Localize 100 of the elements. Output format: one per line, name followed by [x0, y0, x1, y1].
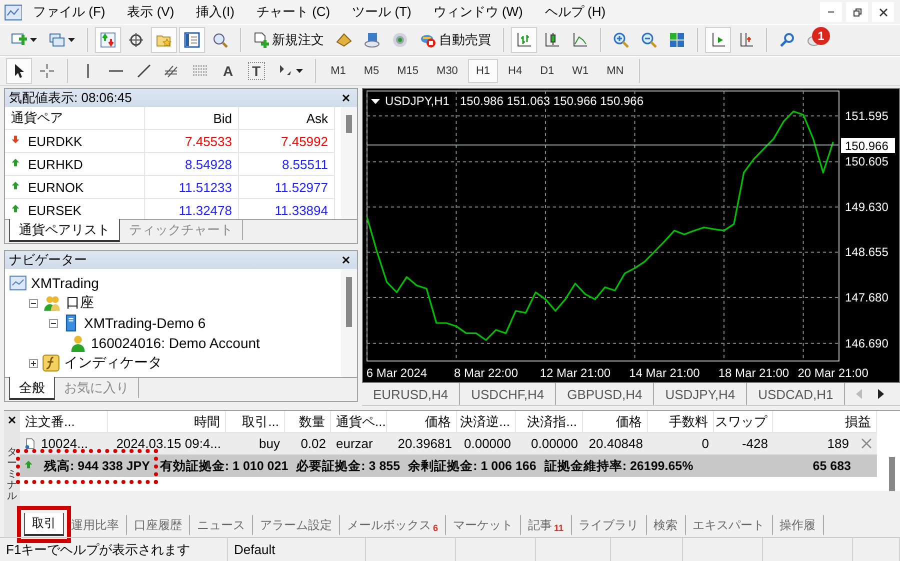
ask-cell: 7.45992 — [239, 130, 335, 153]
bar-chart-icon — [516, 32, 532, 48]
symbol-text: EURSEK — [28, 202, 82, 218]
terminal-tab[interactable]: マーケット — [446, 515, 522, 536]
bid-cell: 7.45533 — [145, 130, 239, 153]
timeframe-button[interactable]: M30 — [428, 59, 466, 83]
timeframe-button[interactable]: D1 — [532, 59, 562, 83]
ask-cell: 11.52977 — [239, 176, 335, 199]
chart-tab[interactable]: USDJPY,H4 — [654, 383, 748, 405]
caret-icon — [68, 38, 75, 42]
panel-tab[interactable]: 全般 — [9, 377, 55, 400]
chart-tab[interactable]: EURUSD,H4 — [362, 383, 460, 405]
scroll-right-icon[interactable] — [877, 389, 886, 399]
cursor-button[interactable] — [6, 58, 32, 84]
label-tool[interactable]: T — [248, 62, 265, 80]
expander-toggle[interactable] — [49, 318, 58, 328]
people-icon — [42, 294, 62, 312]
ref-line-label: 150.966 — [845, 139, 889, 153]
table-cell: buy — [226, 433, 285, 455]
caret-icon — [296, 69, 303, 73]
chart-tab[interactable]: USDCAD,H1 — [747, 383, 846, 405]
close-button[interactable] — [872, 2, 894, 22]
close-icon — [8, 416, 16, 424]
symbol-cell[interactable]: EURNOK — [5, 176, 145, 199]
axis-label: 8 Mar 22:00 — [454, 366, 518, 380]
dropdown-triangle-icon[interactable] — [371, 99, 380, 104]
menu-item[interactable]: ウィンドウ (W) — [422, 3, 534, 21]
chat-button[interactable]: 1 — [802, 27, 828, 53]
terminal-tab[interactable]: 操作履 — [772, 515, 824, 536]
terminal-tab[interactable]: ライブラリ — [572, 515, 647, 536]
close-icon[interactable] — [861, 438, 872, 449]
margin-text: 必要証拠金: 3 855 — [296, 458, 400, 474]
timeframe-button[interactable]: M1 — [322, 59, 354, 83]
terminal-tab[interactable]: 運用比率 — [64, 515, 127, 536]
signal-icon — [392, 32, 408, 48]
column-header[interactable]: 通貨ペア — [5, 107, 145, 130]
column-header[interactable]: Ask — [239, 107, 335, 130]
zoom-out-icon — [641, 32, 657, 48]
timeframe-button[interactable]: M15 — [389, 59, 427, 83]
close-icon — [342, 94, 350, 102]
menu-item[interactable]: ファイル (F) — [22, 3, 116, 21]
ask-cell: 8.55511 — [239, 153, 335, 176]
menu-item[interactable]: ツール (T) — [341, 3, 422, 21]
tree-item[interactable]: 口座 — [66, 294, 94, 312]
caret-icon — [30, 38, 37, 42]
terminal-tab[interactable]: ニュース — [190, 515, 253, 536]
terminal-tab[interactable]: 口座履歴 — [127, 515, 190, 536]
symbol-cell[interactable]: EURDKK — [5, 130, 145, 153]
chart-tab[interactable]: GBPUSD,H4 — [556, 383, 654, 405]
expander-toggle[interactable] — [29, 298, 38, 308]
restore-button[interactable] — [846, 2, 868, 22]
axis-label: 149.630 — [845, 200, 888, 214]
tree-item[interactable]: XMTrading — [31, 275, 99, 291]
terminal-tab[interactable]: アラーム設定 — [253, 515, 340, 536]
panel-tab[interactable]: 通貨ペアリスト — [9, 219, 120, 242]
restore-icon — [852, 8, 862, 16]
table-cell: 0 — [648, 433, 714, 455]
table-cell: 0.02 — [285, 433, 331, 455]
autoscroll-button[interactable] — [705, 27, 731, 53]
timeframe-button[interactable]: MN — [598, 59, 632, 83]
terminal-tab[interactable]: エキスパート — [686, 515, 773, 536]
tree-item[interactable]: XMTrading-Demo 6 — [84, 315, 206, 331]
status-text: F1キーでヘルプが表示されます — [0, 538, 228, 561]
search-icon — [779, 32, 795, 48]
menu-item[interactable]: ヘルプ (H) — [534, 3, 617, 21]
auto-trading-button[interactable]: 自動売買 — [415, 27, 496, 53]
timeframe-button[interactable]: H1 — [468, 59, 498, 83]
menu-item[interactable]: 挿入(I) — [185, 3, 246, 21]
text-tool[interactable]: A — [215, 58, 241, 84]
menu-item[interactable]: チャート (C) — [245, 3, 342, 21]
price-chart[interactable]: 150.966 151.595 150.605 149.630 148.655 147.680 146.690 6 Mar 2024 8 Mar 22:00 12 Mar 21:00 14 Mar 21:00 18 Mar 21:00 20 Mar 21:00 USDJPY,H1 150.986 151.063 150.966 150.966 — [362, 88, 900, 383]
chart-tab[interactable]: USDCHF,H4 — [460, 383, 556, 405]
market-watch-button[interactable] — [95, 27, 121, 53]
symbol-cell[interactable]: EURHKD — [5, 153, 145, 176]
minimize-icon — [828, 11, 834, 13]
terminal-button[interactable] — [179, 27, 205, 53]
tree-item[interactable]: 160024016: Demo Account — [91, 335, 260, 351]
timeframe-button[interactable]: H4 — [500, 59, 530, 83]
timeframe-button[interactable]: W1 — [564, 59, 597, 83]
expander-toggle[interactable] — [29, 358, 38, 368]
tree-item[interactable]: インディケータ — [64, 354, 162, 372]
order-number: 10024... — [41, 436, 88, 451]
bid-cell: 8.54928 — [145, 153, 239, 176]
symbol-text: EURDKK — [28, 134, 82, 148]
menu-item[interactable]: 表示 (V) — [116, 3, 186, 21]
timeframe-button[interactable]: M5 — [356, 59, 388, 83]
column-header[interactable]: Bid — [145, 107, 239, 130]
axis-label: 12 Mar 21:00 — [540, 366, 611, 380]
scrollbar[interactable] — [341, 107, 357, 219]
notification-badge: 1 — [812, 27, 830, 45]
autoscroll-icon — [710, 32, 726, 48]
bars-button[interactable] — [511, 27, 537, 53]
crosshair-icon — [39, 63, 55, 79]
fibonacci-channel-icon — [164, 63, 180, 79]
table-cell: 2024.03.15 09:4... — [108, 433, 226, 455]
new-order-button[interactable]: 新規注文 — [248, 27, 329, 53]
margin-text: 証拠金維持率: 26199.65% — [544, 458, 694, 474]
scrollbar[interactable] — [341, 269, 357, 377]
terminal-tab[interactable]: 検索 — [646, 515, 686, 536]
chart-shift-icon — [738, 32, 754, 48]
